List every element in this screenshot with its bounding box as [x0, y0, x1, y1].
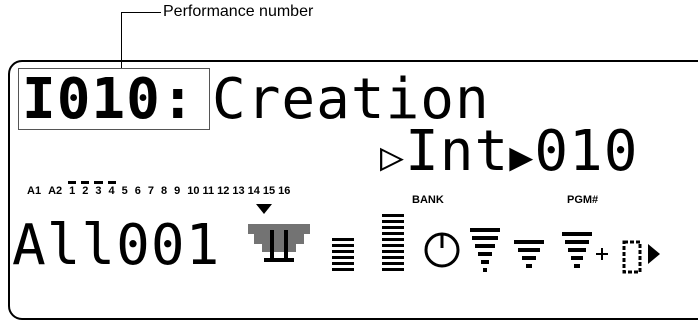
- part-indicator: 10: [187, 185, 200, 197]
- level-meter-icon: [382, 214, 404, 271]
- performance-number: I010:: [22, 67, 196, 132]
- part-indicator: 6: [134, 185, 141, 197]
- part-indicator: 15: [262, 185, 276, 197]
- part-indicator: 13: [232, 185, 245, 197]
- knob-icon: [424, 232, 460, 268]
- wave-icon: [562, 232, 592, 268]
- program-number: 010: [534, 119, 639, 184]
- level-meter-icon: [332, 238, 354, 271]
- part-indicator: 8: [161, 185, 168, 197]
- callout-label: Performance number: [163, 3, 314, 20]
- part-indicator: 9: [174, 185, 181, 197]
- play-filled-icon: ▶: [509, 134, 535, 180]
- part-indicator: 16: [278, 185, 291, 197]
- bank-label: BANK: [412, 194, 444, 206]
- part-indicator: A1: [27, 185, 42, 197]
- pgm-label: PGM#: [567, 194, 599, 206]
- part-indicator: 7: [147, 185, 154, 197]
- wave-icon: [514, 240, 544, 268]
- bottom-value: All001: [12, 213, 221, 278]
- part-indicator: 14: [247, 185, 260, 197]
- box-icon: [622, 240, 642, 274]
- part-indicator: A2: [48, 185, 63, 197]
- part-indicator: 3: [94, 181, 103, 197]
- part-indicator: 1: [68, 181, 77, 197]
- pan-icon: [248, 224, 310, 262]
- part-indicator: 12: [217, 185, 230, 197]
- callout-line: [121, 12, 161, 13]
- plus-icon: [596, 248, 608, 260]
- triangle-icon: [648, 244, 660, 264]
- parts-row: A1 A2 1 2 3 4 5 6 7 8 9 10 11 12 13 14 15 16: [26, 181, 292, 197]
- part-indicator: 2: [81, 181, 90, 197]
- bank-selector: Int: [405, 119, 510, 184]
- part-indicator: 11: [202, 185, 215, 197]
- play-outline-icon: ▷: [380, 134, 406, 180]
- part-indicator: 4: [107, 181, 116, 197]
- wave-icon: [470, 228, 500, 272]
- callout-line: [121, 12, 122, 68]
- bank-program-row: ▷Int▶010: [380, 124, 639, 185]
- part-indicator: 5: [121, 185, 128, 197]
- arrow-down-icon: [256, 204, 272, 214]
